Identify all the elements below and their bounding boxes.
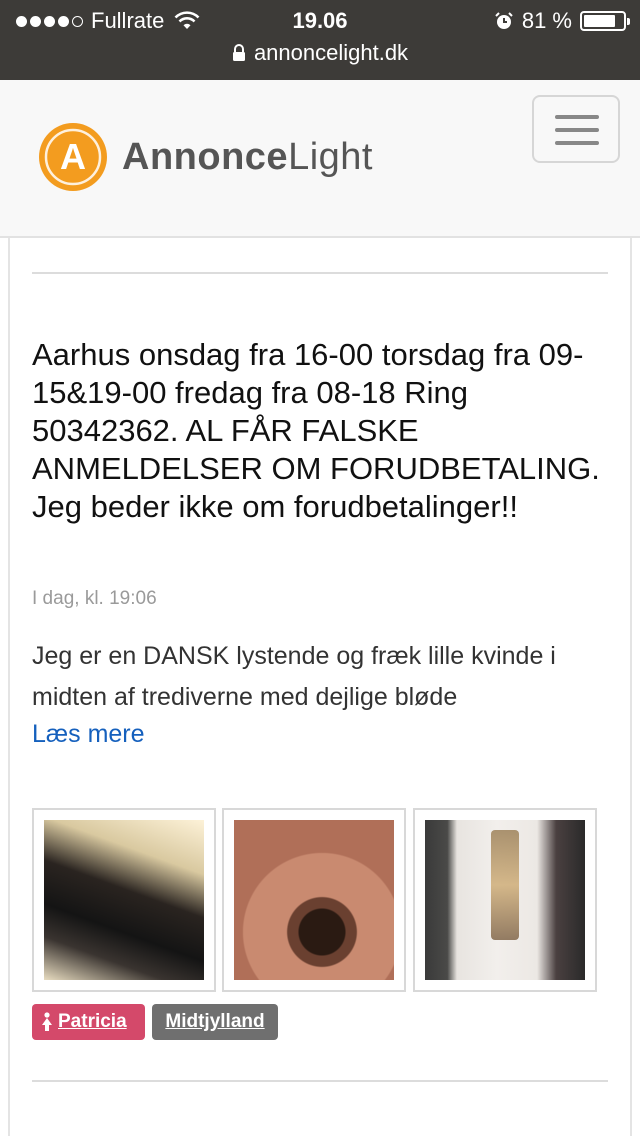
ad-excerpt: Jeg er en DANSK lystende og fræk lille k… — [32, 642, 556, 711]
female-icon — [42, 1012, 52, 1031]
battery-icon — [580, 11, 630, 31]
alarm-icon — [495, 12, 513, 29]
ad-date: I dag, kl. 19:06 — [32, 588, 157, 609]
hamburger-menu-button[interactable] — [532, 95, 620, 163]
logo-letter: A — [60, 136, 86, 177]
photo-image — [44, 820, 204, 980]
address-bar[interactable]: annoncelight.dk — [0, 40, 640, 66]
card-border-left — [8, 238, 10, 1136]
tag-name[interactable]: Patricia — [32, 1004, 145, 1040]
status-bar: Fullrate 19.06 81 % annoncelight.dk — [0, 0, 640, 80]
read-more-link[interactable]: Læs mere — [32, 720, 145, 749]
ad-photo-thumbnail[interactable] — [32, 808, 216, 992]
ad-photo-thumbnail[interactable] — [222, 808, 406, 992]
ad-title[interactable]: Aarhus onsdag fra 16-00 torsdag fra 09-1… — [32, 336, 612, 526]
site-logo[interactable]: A AnnonceLight — [38, 122, 373, 192]
tag-name-label: Patricia — [58, 1011, 127, 1032]
url-text: annoncelight.dk — [253, 40, 409, 65]
divider-top — [32, 272, 608, 274]
hamburger-menu-icon — [555, 115, 599, 119]
logo-mark-icon: A — [39, 123, 107, 191]
photo-image — [425, 820, 585, 980]
logo-wordmark: AnnonceLight — [122, 136, 373, 179]
logo-bold-text: Annonce — [122, 135, 289, 178]
hamburger-line — [555, 128, 599, 132]
tag-region-label: Midtjylland — [165, 1011, 265, 1032]
tag-region[interactable]: Midtjylland — [152, 1004, 278, 1040]
hamburger-line — [555, 141, 599, 145]
divider-bottom — [32, 1080, 608, 1082]
status-right: 81 % — [494, 8, 630, 34]
card-border-right — [630, 238, 632, 1136]
ad-photo-thumbnail[interactable] — [413, 808, 597, 992]
photo-image — [234, 820, 394, 980]
lock-icon — [232, 44, 245, 61]
site-header: A AnnonceLight — [0, 80, 640, 238]
battery-percent: 81 % — [521, 8, 572, 33]
logo-light-text: Light — [288, 135, 373, 178]
